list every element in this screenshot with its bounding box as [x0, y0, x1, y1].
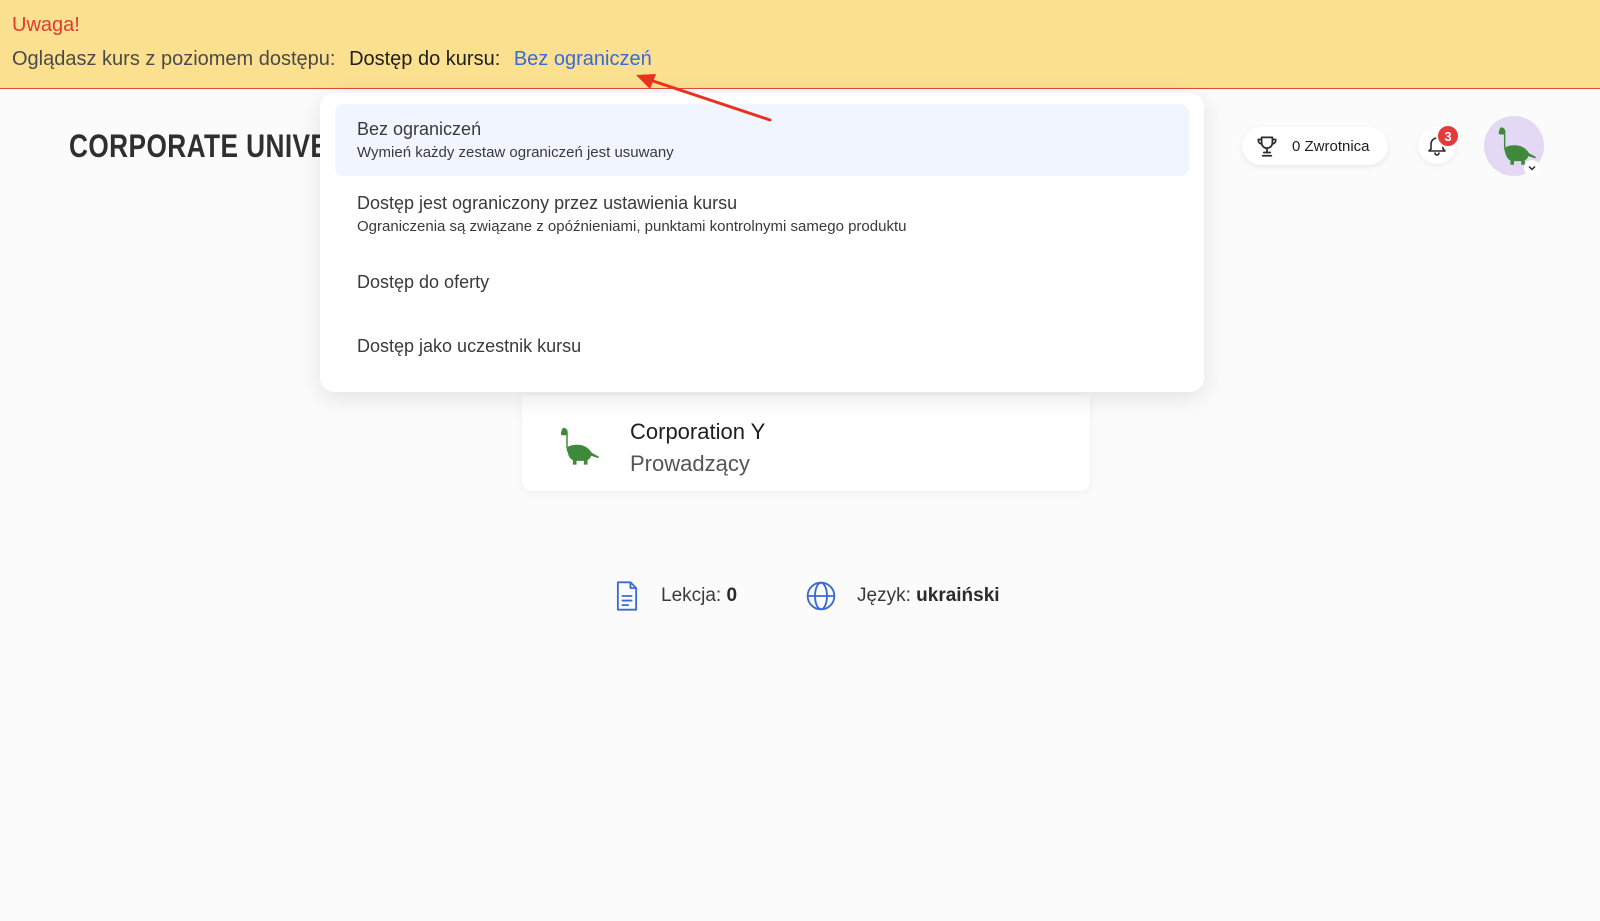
access-warning-banner: Uwaga! Oglądasz kurs z poziomem dostępu:… [0, 0, 1600, 89]
language-value: ukraiński [916, 585, 1000, 606]
access-option-unrestricted[interactable]: Bez ograniczeń Wymień każdy zestaw ogran… [335, 104, 1189, 176]
lessons-count: Lekcja: 0 [613, 580, 737, 612]
points-button[interactable]: 0 Zwrotnica [1242, 127, 1388, 165]
access-option-description: Wymień każdy zestaw ograniczeń jest usuw… [357, 144, 674, 161]
access-option-label: Dostęp jako uczestnik kursu [357, 336, 582, 356]
instructor-card: Corporation Y Prowadzący [522, 395, 1090, 491]
instructor-name: Corporation Y [630, 419, 766, 444]
dinosaur-icon [560, 427, 599, 465]
avatar-menu-toggle[interactable] [1524, 160, 1540, 176]
notifications-badge: 3 [1436, 124, 1460, 148]
banner-access-line: Oglądasz kurs z poziomem dostępu: Dostęp… [12, 48, 652, 71]
access-option-description: Ograniczenia są związane z opóźnieniami,… [357, 218, 907, 235]
document-icon [616, 581, 638, 611]
access-option-label: Bez ograniczeń [357, 119, 482, 139]
banner-prefix: Oglądasz kurs z poziomem dostępu: [12, 48, 336, 70]
course-language: Język: ukraiński [805, 580, 1000, 612]
access-option-label: Dostęp jest ograniczony przez ustawienia… [357, 193, 738, 213]
access-option-participant[interactable]: Dostęp jako uczestnik kursu [335, 317, 1189, 373]
banner-title: Uwaga! [12, 14, 80, 36]
trophy-icon [1257, 136, 1277, 157]
banner-access-label: Dostęp do kursu: [349, 48, 501, 70]
globe-icon [806, 581, 836, 611]
lessons-value: 0 [726, 585, 738, 606]
access-level-dropdown: Bez ograniczeń Wymień każdy zestaw ogran… [320, 93, 1204, 392]
instructor-role: Prowadzący [630, 451, 750, 476]
chevron-down-icon [1528, 165, 1536, 171]
access-option-course-settings[interactable]: Dostęp jest ograniczony przez ustawienia… [335, 179, 1189, 251]
access-option-offer[interactable]: Dostęp do oferty [335, 255, 1189, 311]
points-label: 0 Zwrotnica [1292, 137, 1370, 155]
access-option-label: Dostęp do oferty [357, 272, 490, 292]
course-page: Uwaga! Oglądasz kurs z poziomem dostępu:… [0, 0, 1600, 921]
language-label: Język: [857, 585, 911, 606]
access-level-toggle[interactable]: Bez ograniczeń [514, 48, 652, 70]
lessons-label: Lekcja: [661, 585, 722, 606]
